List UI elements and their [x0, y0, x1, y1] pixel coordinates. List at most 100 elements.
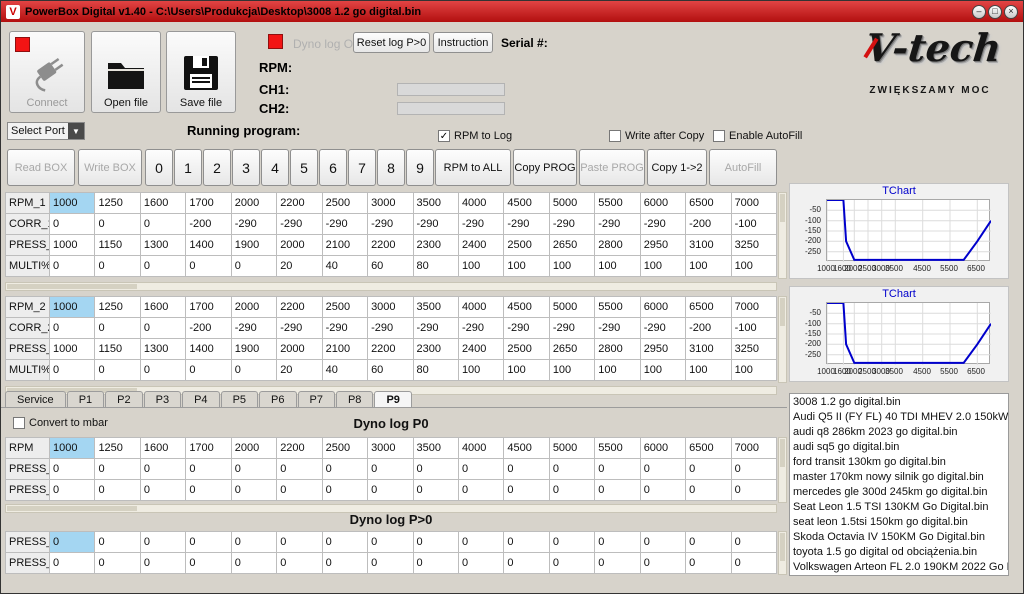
table-cell[interactable]: -290: [503, 317, 550, 339]
table-cell[interactable]: 2500: [321, 296, 369, 318]
table-cell[interactable]: 2200: [276, 437, 323, 459]
scrollbar-thumb[interactable]: [7, 506, 137, 511]
table-cell[interactable]: 0: [321, 479, 369, 501]
table-cell[interactable]: 1250: [94, 296, 141, 318]
table-cell[interactable]: 0: [139, 213, 187, 235]
file-list-item[interactable]: ford transit 130km go digital.bin: [793, 455, 1005, 470]
tab[interactable]: P7: [297, 391, 335, 408]
table-cell[interactable]: -290: [457, 213, 505, 235]
table-cell[interactable]: 6000: [639, 437, 687, 459]
rpm-to-log-checkbox[interactable]: ✓ RPM to Log: [438, 130, 512, 142]
maximize-button[interactable]: □: [988, 4, 1002, 19]
table-cell[interactable]: -290: [412, 213, 459, 235]
table-cell[interactable]: -290: [367, 317, 414, 339]
table-cell[interactable]: 100: [639, 255, 687, 277]
table-cell[interactable]: 0: [139, 255, 187, 277]
file-list-item[interactable]: Volkswagen Arteon FL 2.0 190KM 2022 Go D…: [793, 560, 1008, 575]
chevron-down-icon[interactable]: ▼: [68, 123, 84, 139]
table-cell[interactable]: 100: [639, 359, 687, 381]
file-list-item[interactable]: 3008 1.2 go digital.bin: [793, 395, 1005, 410]
tab[interactable]: P4: [182, 391, 220, 408]
file-list-item[interactable]: Seat Leon 1.5 TSI 130KM Go Digital.bin: [793, 500, 1005, 515]
checkbox-mark[interactable]: ✓: [438, 130, 450, 142]
table-cell[interactable]: 0: [185, 531, 232, 553]
table-cell[interactable]: 2200: [276, 296, 323, 318]
table-cell[interactable]: 6000: [639, 192, 687, 214]
reset-log-button[interactable]: Reset log P>0: [353, 32, 430, 53]
table-cell[interactable]: 0: [685, 479, 732, 501]
horizontal-scrollbar[interactable]: [5, 282, 777, 291]
vertical-scrollbar[interactable]: [778, 192, 787, 279]
table-cell[interactable]: -290: [412, 317, 459, 339]
table-cell[interactable]: 60: [367, 255, 414, 277]
table-cell[interactable]: 0: [412, 479, 459, 501]
table-cell[interactable]: 0: [185, 458, 232, 480]
table-cell[interactable]: 1250: [94, 192, 141, 214]
table-cell[interactable]: 0: [94, 213, 141, 235]
table-cell[interactable]: 0: [367, 531, 414, 553]
table-cell[interactable]: 0: [594, 531, 641, 553]
table-cell[interactable]: 40: [321, 255, 369, 277]
table-cell[interactable]: 1000: [48, 296, 96, 318]
table-cell[interactable]: 2500: [503, 234, 550, 256]
table-cell[interactable]: 4000: [457, 192, 505, 214]
table-cell[interactable]: 0: [94, 458, 141, 480]
table-cell[interactable]: 1000: [48, 192, 96, 214]
table-cell[interactable]: 2950: [639, 234, 687, 256]
close-button[interactable]: ×: [1004, 4, 1018, 19]
scrollbar-thumb[interactable]: [780, 298, 785, 326]
table-cell[interactable]: 3100: [685, 234, 732, 256]
table-cell[interactable]: 3500: [412, 437, 459, 459]
table-cell[interactable]: 100: [594, 255, 641, 277]
table-cell[interactable]: 0: [639, 531, 687, 553]
table-cell[interactable]: -290: [276, 317, 323, 339]
table-cell[interactable]: 0: [48, 359, 96, 381]
table-cell[interactable]: 2500: [321, 192, 369, 214]
scrollbar-thumb[interactable]: [780, 439, 785, 467]
table-cell[interactable]: -200: [185, 213, 232, 235]
table-cell[interactable]: -200: [685, 317, 732, 339]
table-cell[interactable]: 0: [321, 458, 369, 480]
table-cell[interactable]: 1000: [48, 437, 96, 459]
table-cell[interactable]: 0: [457, 552, 505, 574]
table-cell[interactable]: -290: [548, 317, 596, 339]
table-cell[interactable]: 5000: [548, 192, 596, 214]
select-port-dropdown[interactable]: Select Port ▼: [7, 122, 85, 140]
scrollbar-thumb[interactable]: [780, 533, 785, 561]
connect-button[interactable]: Connect: [9, 31, 85, 113]
table-cell[interactable]: 1000: [48, 338, 96, 360]
copy-prog-button[interactable]: Copy PROG: [513, 149, 577, 186]
table-cell[interactable]: 0: [639, 479, 687, 501]
file-list-item[interactable]: seat leon 1.5tsi 150km go digital.bin: [793, 515, 1005, 530]
digit-button[interactable]: 7: [348, 149, 376, 186]
table-cell[interactable]: 4000: [457, 437, 505, 459]
table-cell[interactable]: 2200: [276, 192, 323, 214]
open-file-button[interactable]: Open file: [91, 31, 161, 113]
table-cell[interactable]: 1900: [230, 338, 278, 360]
table-cell[interactable]: 2950: [639, 338, 687, 360]
table-cell[interactable]: 0: [412, 531, 459, 553]
table-cell[interactable]: -290: [639, 317, 687, 339]
table-cell[interactable]: 0: [457, 531, 505, 553]
table-cell[interactable]: 0: [685, 552, 732, 574]
table-cell[interactable]: 3500: [412, 192, 459, 214]
table-cell[interactable]: 0: [94, 255, 141, 277]
table-cell[interactable]: 0: [457, 458, 505, 480]
table-cell[interactable]: 1400: [185, 338, 232, 360]
enable-autofill-checkbox[interactable]: Enable AutoFill: [713, 130, 802, 142]
table-cell[interactable]: 100: [730, 359, 778, 381]
table-cell[interactable]: 1400: [185, 234, 232, 256]
table-cell[interactable]: 0: [276, 458, 323, 480]
table-cell[interactable]: 6500: [685, 296, 732, 318]
autofill-button[interactable]: AutoFill: [709, 149, 777, 186]
table-cell[interactable]: 0: [503, 479, 550, 501]
table-cell[interactable]: 1900: [230, 234, 278, 256]
digit-button[interactable]: 3: [232, 149, 260, 186]
table-cell[interactable]: 0: [94, 552, 141, 574]
table-cell[interactable]: 2200: [367, 234, 414, 256]
table-cell[interactable]: 0: [48, 479, 96, 501]
table-cell[interactable]: 0: [321, 552, 369, 574]
file-list-item[interactable]: audi q8 286km 2023 go digital.bin: [793, 425, 1005, 440]
file-list-item[interactable]: toyota 1.5 go digital od obciążenia.bin: [793, 545, 1005, 560]
save-file-button[interactable]: Save file: [166, 31, 236, 113]
